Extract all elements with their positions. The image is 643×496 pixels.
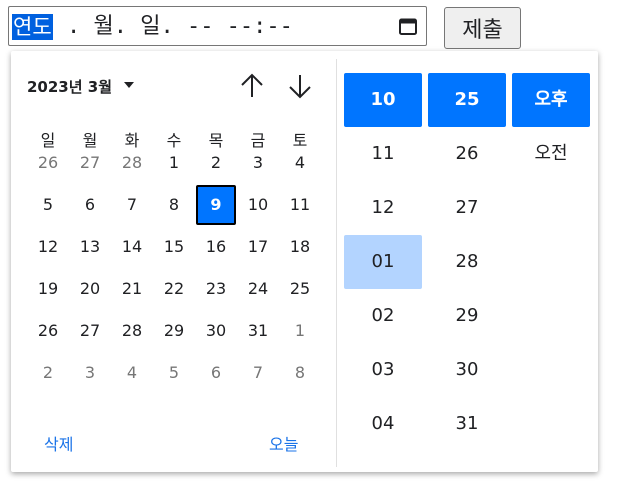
hour-option[interactable]: 12	[344, 181, 422, 235]
ampm-option[interactable]: 오후	[512, 73, 590, 127]
calendar-day[interactable]: 6	[196, 353, 236, 393]
calendar-day[interactable]: 3	[238, 143, 278, 183]
calendar-day[interactable]: 5	[28, 185, 68, 225]
calendar-day[interactable]: 7	[112, 185, 152, 225]
minute-option[interactable]: 29	[428, 289, 506, 343]
calendar-day[interactable]: 7	[238, 353, 278, 393]
calendar-day[interactable]: 8	[154, 185, 194, 225]
calendar-day[interactable]: 21	[112, 269, 152, 309]
calendar-day[interactable]: 1	[154, 143, 194, 183]
previous-month-arrow-icon[interactable]	[237, 71, 267, 101]
calendar-day[interactable]: 15	[154, 227, 194, 267]
datetime-picker-popup: 2023년 3월 일월화수목금토 26 27 28 1 2 3 4 5 6 7 8 9 10 11 12 13…	[11, 51, 598, 472]
submit-button[interactable]: 제출	[444, 7, 521, 49]
calendar-day[interactable]: 23	[196, 269, 236, 309]
calendar-day[interactable]: 16	[196, 227, 236, 267]
calendar-day[interactable]: 3	[70, 353, 110, 393]
calendar-pane: 2023년 3월 일월화수목금토 26 27 28 1 2 3 4 5 6 7 8 9 10 11 12 13…	[11, 51, 336, 472]
minute-option[interactable]: 27	[428, 181, 506, 235]
calendar-day[interactable]: 8	[280, 353, 320, 393]
calendar-day[interactable]: 19	[28, 269, 68, 309]
calendar-day[interactable]: 10	[238, 185, 278, 225]
month-dropdown-caret-icon[interactable]	[124, 82, 134, 88]
calendar-icon[interactable]	[398, 16, 418, 36]
calendar-day[interactable]: 14	[112, 227, 152, 267]
calendar-day[interactable]: 27	[70, 311, 110, 351]
calendar-day[interactable]: 4	[280, 143, 320, 183]
hour-option[interactable]: 02	[344, 289, 422, 343]
calendar-day[interactable]: 31	[238, 311, 278, 351]
calendar-day[interactable]: 2	[28, 353, 68, 393]
calendar-day[interactable]: 11	[280, 185, 320, 225]
calendar-day[interactable]: 27	[70, 143, 110, 183]
minute-option[interactable]: 31	[428, 397, 506, 451]
hour-option[interactable]: 03	[344, 343, 422, 397]
calendar-day[interactable]: 29	[154, 311, 194, 351]
minute-option[interactable]: 30	[428, 343, 506, 397]
hour-option[interactable]: 01	[344, 235, 422, 289]
calendar-day-selected[interactable]: 9	[196, 185, 236, 225]
next-month-arrow-icon[interactable]	[285, 71, 315, 101]
month-year-label[interactable]: 2023년 3월	[27, 76, 112, 97]
calendar-day[interactable]: 6	[70, 185, 110, 225]
calendar-day[interactable]: 13	[70, 227, 110, 267]
calendar-day[interactable]: 24	[238, 269, 278, 309]
calendar-day[interactable]: 2	[196, 143, 236, 183]
calendar-day[interactable]: 1	[280, 311, 320, 351]
calendar-day[interactable]: 28	[112, 311, 152, 351]
calendar-day[interactable]: 25	[280, 269, 320, 309]
hour-option[interactable]: 04	[344, 397, 422, 451]
year-segment[interactable]: 연도	[12, 14, 53, 40]
datetime-input[interactable]: 연도 . 월. 일. -- --:--	[8, 6, 427, 46]
calendar-day[interactable]: 18	[280, 227, 320, 267]
calendar-day[interactable]: 4	[112, 353, 152, 393]
hour-option[interactable]: 10	[344, 73, 422, 127]
pane-divider	[336, 59, 337, 467]
calendar-day[interactable]: 20	[70, 269, 110, 309]
calendar-day[interactable]: 22	[154, 269, 194, 309]
calendar-day[interactable]: 30	[196, 311, 236, 351]
calendar-day[interactable]: 17	[238, 227, 278, 267]
minute-option[interactable]: 26	[428, 127, 506, 181]
ampm-option[interactable]: 오전	[512, 127, 590, 181]
calendar-day[interactable]: 5	[154, 353, 194, 393]
hour-option[interactable]: 11	[344, 127, 422, 181]
today-button[interactable]: 오늘	[269, 431, 298, 455]
minute-option[interactable]: 28	[428, 235, 506, 289]
calendar-day[interactable]: 26	[28, 143, 68, 183]
minute-option[interactable]: 25	[428, 73, 506, 127]
calendar-day[interactable]: 28	[112, 143, 152, 183]
clear-button[interactable]: 삭제	[44, 431, 73, 455]
date-time-segments[interactable]: . 월. 일. -- --:--	[67, 14, 293, 40]
calendar-day[interactable]: 26	[28, 311, 68, 351]
calendar-day[interactable]: 12	[28, 227, 68, 267]
